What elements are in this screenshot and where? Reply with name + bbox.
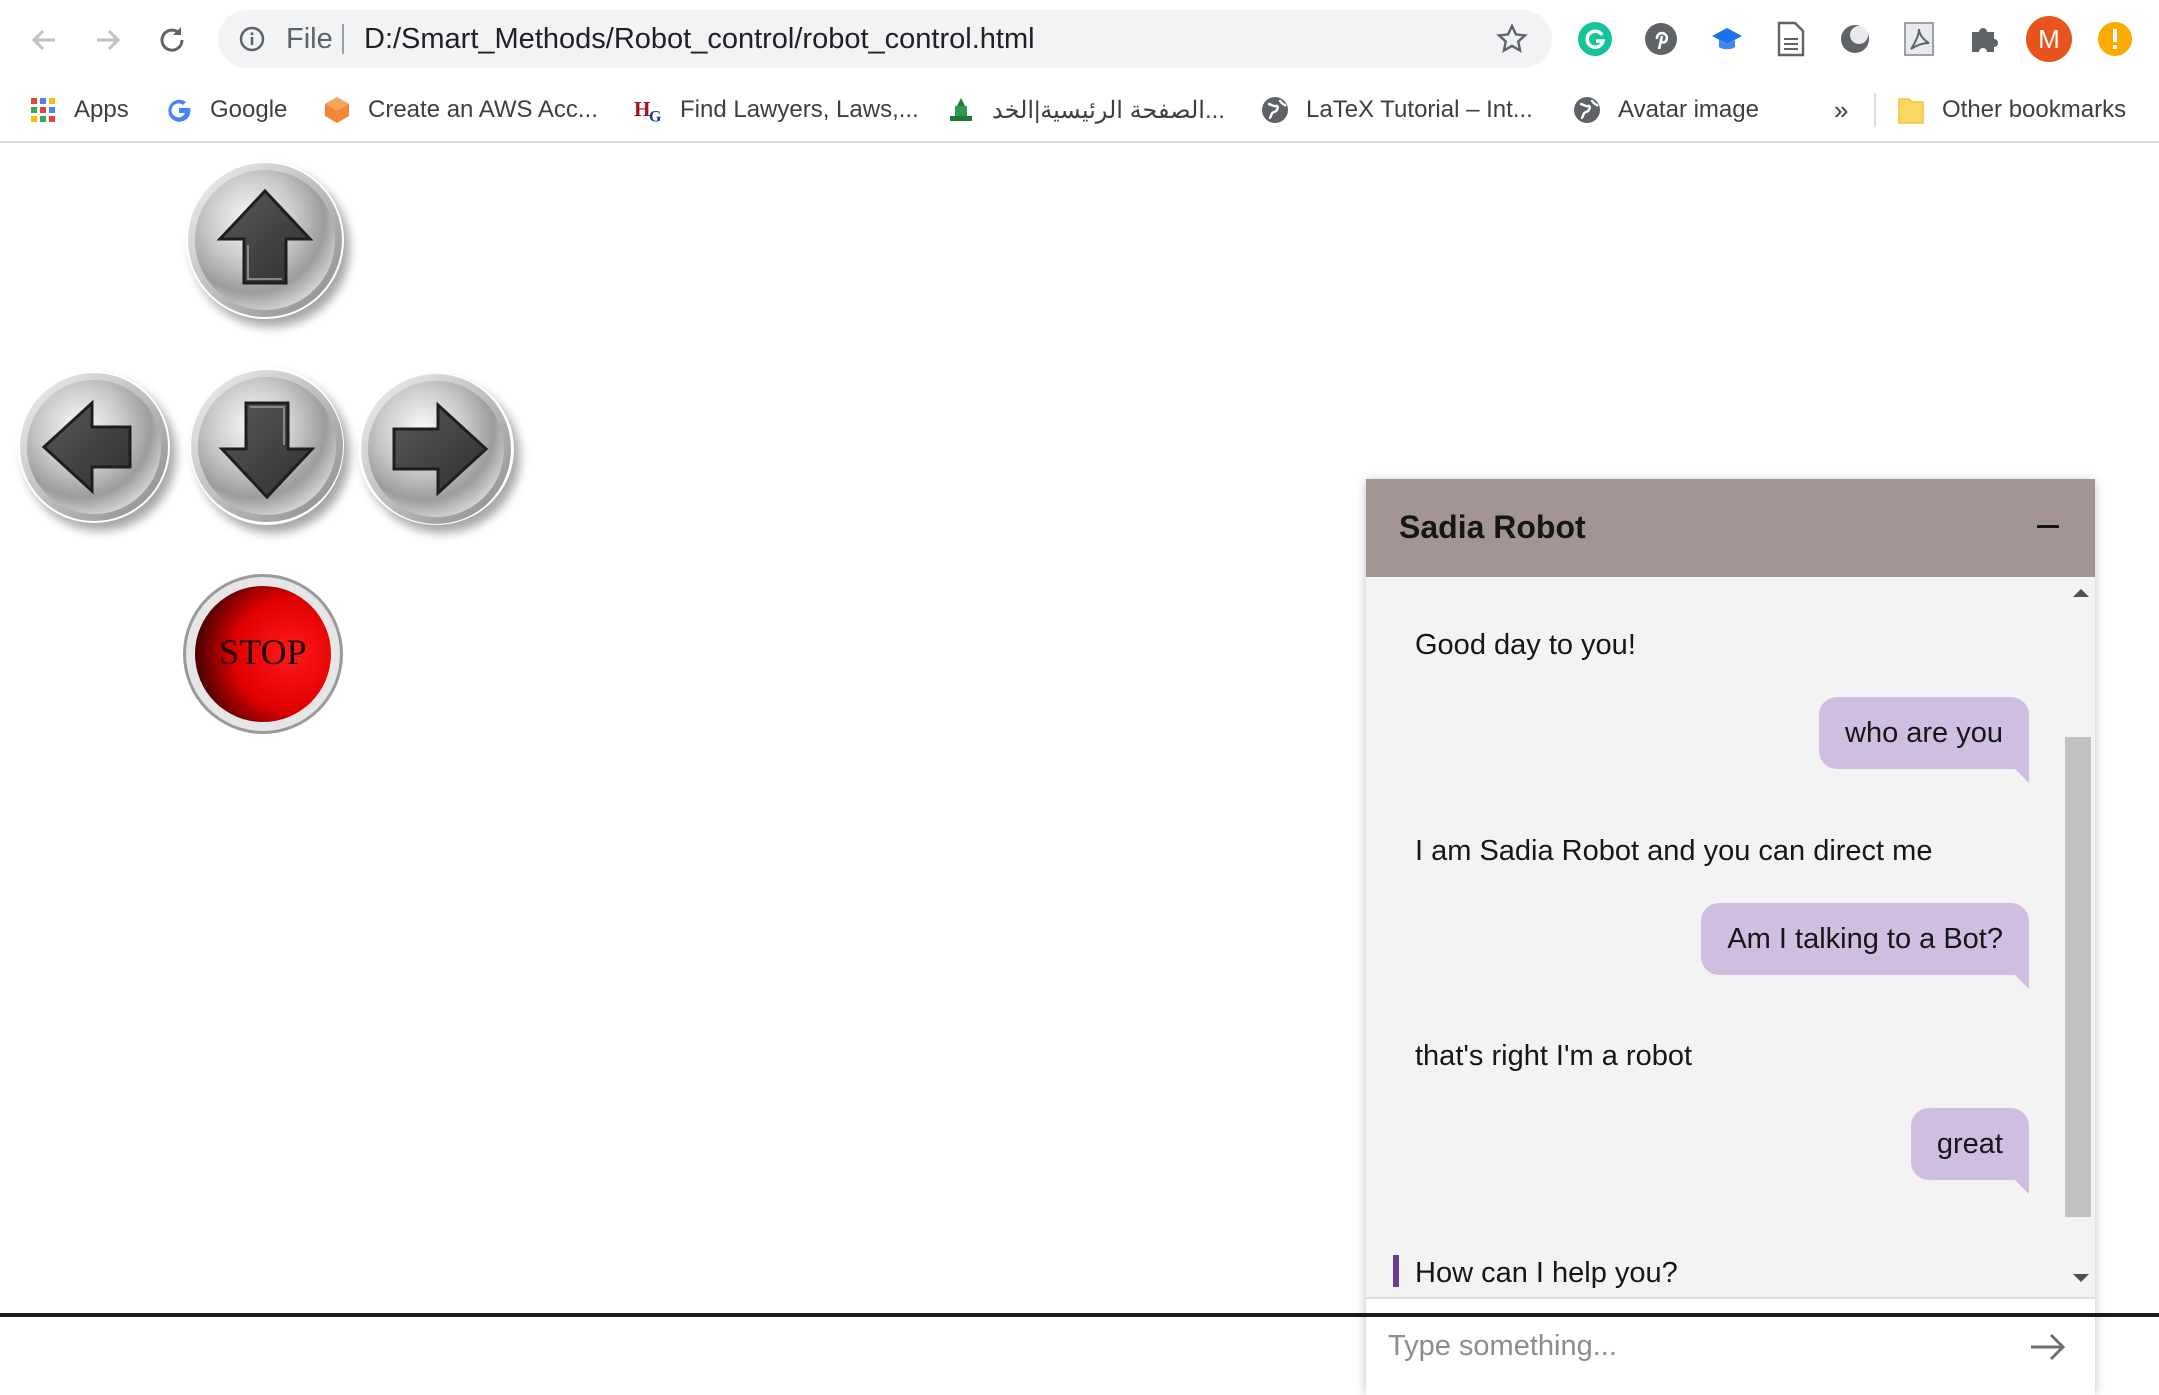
ministry-icon [946,95,976,125]
globe-icon [1260,95,1290,125]
url-divider [342,24,344,54]
address-bar[interactable]: File D:/Smart_Methods/Robot_control/robo… [218,10,1552,68]
move-up-button[interactable] [186,161,344,319]
globe-icon [1572,95,1602,125]
puzzle-icon [1972,28,1998,52]
stop-button[interactable]: STOP [182,573,344,735]
browser-toolbar: File D:/Smart_Methods/Robot_control/robo… [0,0,2159,79]
bot-message: Good day to you! [1415,629,1636,661]
robot-control-page: STOP Sadia Robot Good day to you! who ar… [0,143,2159,1395]
bookmarks-bar: Apps Google Create an AWS Acc... HG Find… [0,79,2159,143]
send-arrow-icon[interactable] [2029,1329,2067,1365]
scroll-down-arrow-icon[interactable] [2073,1274,2089,1282]
info-icon[interactable] [238,25,266,53]
left-arrow-icon [20,373,168,521]
minimize-icon[interactable] [2037,525,2059,528]
chat-scrollbar[interactable] [2065,577,2095,1296]
chat-input-area [1366,1297,2095,1395]
bookmark-ministry[interactable]: الصفحة الرئيسية|الخد... [946,91,1225,129]
forward-arrow-icon [97,29,121,51]
right-arrow-icon [361,374,511,524]
bookmarks-divider [1874,93,1876,127]
bookmark-label: Avatar image [1618,96,1759,123]
scroll-up-arrow-icon[interactable] [2073,589,2089,597]
bookmark-latex[interactable]: LaTeX Tutorial – Int... [1260,91,1533,129]
url-scheme-label: File [286,23,333,55]
up-arrow-icon [188,163,342,317]
graduation-extension[interactable] [1708,20,1746,58]
profile-avatar[interactable]: M [2026,16,2072,62]
google-icon [164,95,194,125]
bookmark-label: الصفحة الرئيسية|الخد... [992,96,1225,124]
bookmark-label: Find Lawyers, Laws,... [680,96,919,123]
bot-message: that's right I'm a robot [1415,1040,1693,1072]
user-message: great [1910,1108,2030,1194]
bookmark-label: Other bookmarks [1942,96,2127,123]
bookmark-other[interactable]: Other bookmarks [1896,91,2126,129]
url-text[interactable]: D:/Smart_Methods/Robot_control/robot_con… [364,23,1035,56]
overflow-chevron-icon: » [1834,94,1849,125]
bot-message: I am Sadia Robot and you can direct me [1415,835,1933,867]
svg-text:G: G [649,108,661,125]
bookmark-apps[interactable]: Apps [28,91,129,129]
grammarly-extension[interactable] [1576,20,1614,58]
graduation-cap-icon [1712,28,1742,50]
bookmark-avatar-image[interactable]: Avatar image [1572,91,1759,129]
bot-message: How can I help you? [1415,1257,1678,1289]
circle-extension[interactable] [1836,20,1874,58]
pdf-icon [1904,22,1934,56]
down-arrow-icon [191,370,343,522]
chat-widget: Sadia Robot Good day to you! who are you… [1366,479,2095,1395]
move-right-button[interactable] [358,373,514,525]
back-button[interactable] [22,18,66,62]
update-alert[interactable] [2096,20,2134,58]
bookmarks-overflow-button[interactable]: » [1834,91,1848,129]
reload-button[interactable] [150,18,194,62]
chat-title: Sadia Robot [1399,509,1586,545]
chat-header: Sadia Robot [1366,479,2095,577]
bookmark-label: LaTeX Tutorial – Int... [1306,96,1533,123]
avatar-initial: M [2038,23,2060,54]
user-message: Am I talking to a Bot? [1701,903,2029,989]
user-message: who are you [1819,697,2029,783]
moon-circle-icon [1841,25,1869,53]
chat-messages[interactable]: Good day to you! who are you I am Sadia … [1366,577,2095,1296]
folder-icon [1896,95,1926,125]
forward-button[interactable] [86,18,130,62]
back-arrow-icon [31,29,55,51]
stop-label: STOP [219,632,307,672]
move-left-button[interactable] [18,371,170,523]
bookmark-aws[interactable]: Create an AWS Acc... [322,91,598,129]
bookmark-star-icon[interactable] [1496,23,1528,55]
extensions-button[interactable] [1964,20,2002,58]
pdf-extension[interactable] [1900,20,1938,58]
reload-icon [160,27,184,52]
document-icon [1777,21,1805,57]
bookmark-label: Create an AWS Acc... [368,96,598,123]
taskbar-edge [0,1313,2159,1317]
alert-icon [2098,22,2132,56]
bookmark-label: Apps [74,96,129,123]
bookmark-lawyers[interactable]: HG Find Lawyers, Laws,... [634,91,919,129]
hg-icon: HG [634,95,664,125]
aws-icon [322,95,352,125]
apps-grid-icon [28,95,58,125]
document-extension[interactable] [1772,20,1810,58]
pinterest-icon [1645,23,1677,55]
grammarly-icon [1578,22,1612,56]
bookmark-google[interactable]: Google [164,91,287,129]
focus-indicator [1393,1255,1399,1287]
move-down-button[interactable] [190,367,344,525]
chat-message-input[interactable] [1386,1315,1990,1377]
scrollbar-thumb[interactable] [2065,737,2091,1217]
pinterest-extension[interactable] [1642,20,1680,58]
bookmark-label: Google [210,96,288,123]
